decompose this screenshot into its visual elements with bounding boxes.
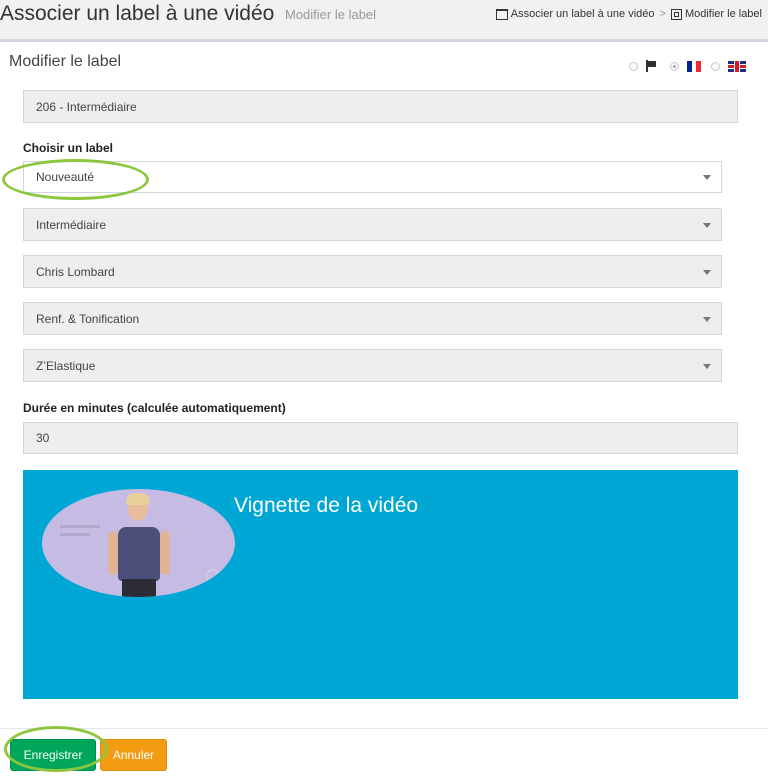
duration-label: Durée en minutes (calculée automatiqueme… [23, 401, 286, 415]
select-coach-value: Chris Lombard [36, 264, 115, 279]
frame-icon [670, 8, 682, 20]
thumbnail-title: Vignette de la vidéo [234, 494, 419, 517]
select-equipment-value: Z’Elastique [36, 358, 96, 373]
chevron-down-icon [703, 222, 711, 228]
instructor-figure [106, 493, 176, 597]
page-header: Associer un label à une vidéo Modifier l… [0, 0, 768, 38]
edit-label-panel: Modifier le label 206 - Intermédiaire Ch… [0, 39, 768, 777]
reference-field[interactable]: 206 - Intermédiaire [23, 90, 738, 123]
panel-title: Modifier le label [9, 53, 122, 70]
select-category-value: Renf. & Tonification [36, 311, 140, 326]
breadcrumb-current: Modifier le label [684, 8, 762, 20]
select-equipment[interactable]: Z’Elastique [23, 349, 722, 382]
footer-divider [0, 728, 768, 729]
language-radio-fr[interactable] [670, 61, 679, 71]
select-category[interactable]: Renf. & Tonification [23, 302, 722, 335]
uk-flag-icon [728, 60, 746, 72]
breadcrumb-link-associer[interactable]: Associer un label à une vidéo [511, 8, 655, 20]
breadcrumb: Associer un label à une vidéo > Modifier… [495, 8, 762, 20]
choose-label-heading: Choisir un label [23, 141, 114, 155]
select-coach[interactable]: Chris Lombard [23, 255, 722, 288]
page-title: Associer un label à une vidéo [0, 2, 275, 25]
duration-field[interactable]: 30 [23, 422, 738, 454]
chevron-down-icon [703, 363, 711, 369]
french-flag-icon [687, 61, 702, 72]
select-new-label-value: Nouveauté [36, 170, 95, 184]
window-icon [495, 8, 508, 20]
flag-icon [646, 60, 656, 72]
chevron-down-icon [703, 269, 711, 275]
language-radio-default[interactable] [629, 61, 638, 71]
watermark-logo [206, 569, 220, 583]
select-new-label[interactable]: Nouveauté [23, 161, 722, 193]
cancel-button[interactable]: Annuler [100, 739, 167, 771]
chevron-down-icon [703, 175, 711, 180]
video-thumbnail-image [42, 489, 235, 597]
language-selector [629, 60, 746, 72]
page-subtitle: Modifier le label [285, 7, 377, 22]
save-button[interactable]: Enregistrer [10, 739, 96, 771]
watermark-text [60, 525, 100, 528]
select-level[interactable]: Intermédiaire [23, 208, 722, 241]
breadcrumb-separator: > [659, 8, 666, 20]
select-level-value: Intermédiaire [36, 217, 107, 232]
chevron-down-icon [703, 316, 711, 322]
video-thumbnail-area[interactable]: Vignette de la vidéo [23, 470, 738, 699]
language-radio-en[interactable] [711, 61, 720, 71]
watermark-text [60, 533, 90, 536]
